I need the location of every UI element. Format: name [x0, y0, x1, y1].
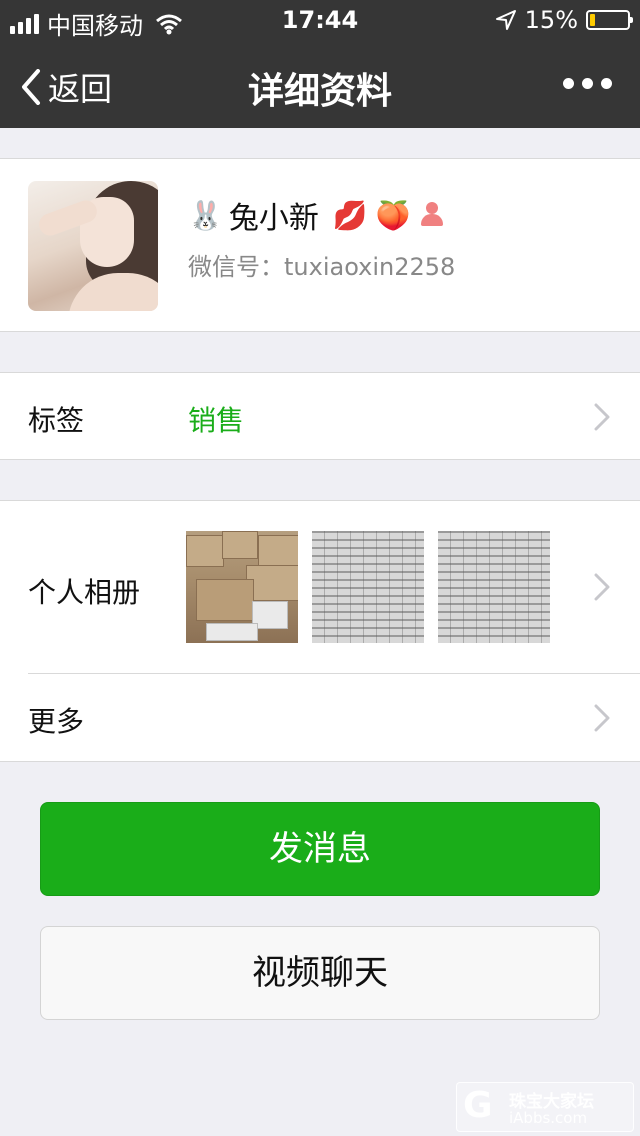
more-options-icon[interactable]	[563, 78, 612, 89]
tag-value: 销售	[188, 404, 245, 437]
send-message-button[interactable]: 发消息	[40, 802, 600, 896]
watermark-letter: G	[463, 1085, 493, 1126]
name-emojis: 💋 🍑	[333, 199, 445, 232]
location-arrow-icon	[495, 9, 517, 31]
album-photo[interactable]	[312, 531, 424, 643]
tag-row[interactable]: 标签 销售	[0, 372, 640, 460]
wechat-id-label: 微信号：	[188, 253, 284, 281]
battery-icon	[586, 10, 633, 30]
more-row[interactable]: 更多	[0, 674, 640, 761]
album-row[interactable]: 个人相册	[0, 501, 640, 673]
more-row-label: 更多	[28, 705, 85, 738]
profile-name-line: 🐰 兔小新 💋 🍑	[188, 193, 445, 237]
chevron-right-icon	[594, 704, 610, 732]
chevron-right-icon	[594, 573, 610, 601]
watermark-logo: G 珠宝大家坛 iAbbs.com	[456, 1082, 634, 1132]
album-section: 个人相册 更多	[0, 500, 640, 762]
album-photo[interactable]	[186, 531, 298, 643]
album-photo[interactable]	[438, 531, 550, 643]
rabbit-emoji: 🐰	[188, 198, 223, 232]
battery-level	[590, 14, 595, 26]
page-title: 详细资料	[247, 71, 392, 112]
nav-bar: 返回 详细资料	[0, 40, 640, 128]
peach-emoji: 🍑	[375, 198, 411, 232]
profile-card: 🐰 兔小新 💋 🍑 微信号：tuxiaoxin2258	[0, 158, 640, 332]
lips-emoji: 💋	[332, 198, 368, 232]
female-gender-icon	[419, 202, 445, 228]
watermark-line2: iAbbs.com	[509, 1109, 588, 1127]
album-thumbnails	[186, 531, 550, 643]
avatar[interactable]	[28, 181, 158, 311]
profile-name: 兔小新	[228, 201, 319, 236]
chevron-right-icon	[594, 403, 610, 431]
wechat-id-value: tuxiaoxin2258	[284, 253, 456, 281]
status-bar: 中国移动 17:44 15%	[0, 0, 640, 40]
video-chat-button[interactable]: 视频聊天	[40, 926, 600, 1020]
album-row-label: 个人相册	[28, 576, 141, 609]
wechat-id: 微信号：tuxiaoxin2258	[188, 247, 455, 282]
battery-percent: 15%	[524, 6, 578, 34]
status-right: 15%	[495, 6, 633, 34]
tag-row-label: 标签	[28, 404, 85, 437]
